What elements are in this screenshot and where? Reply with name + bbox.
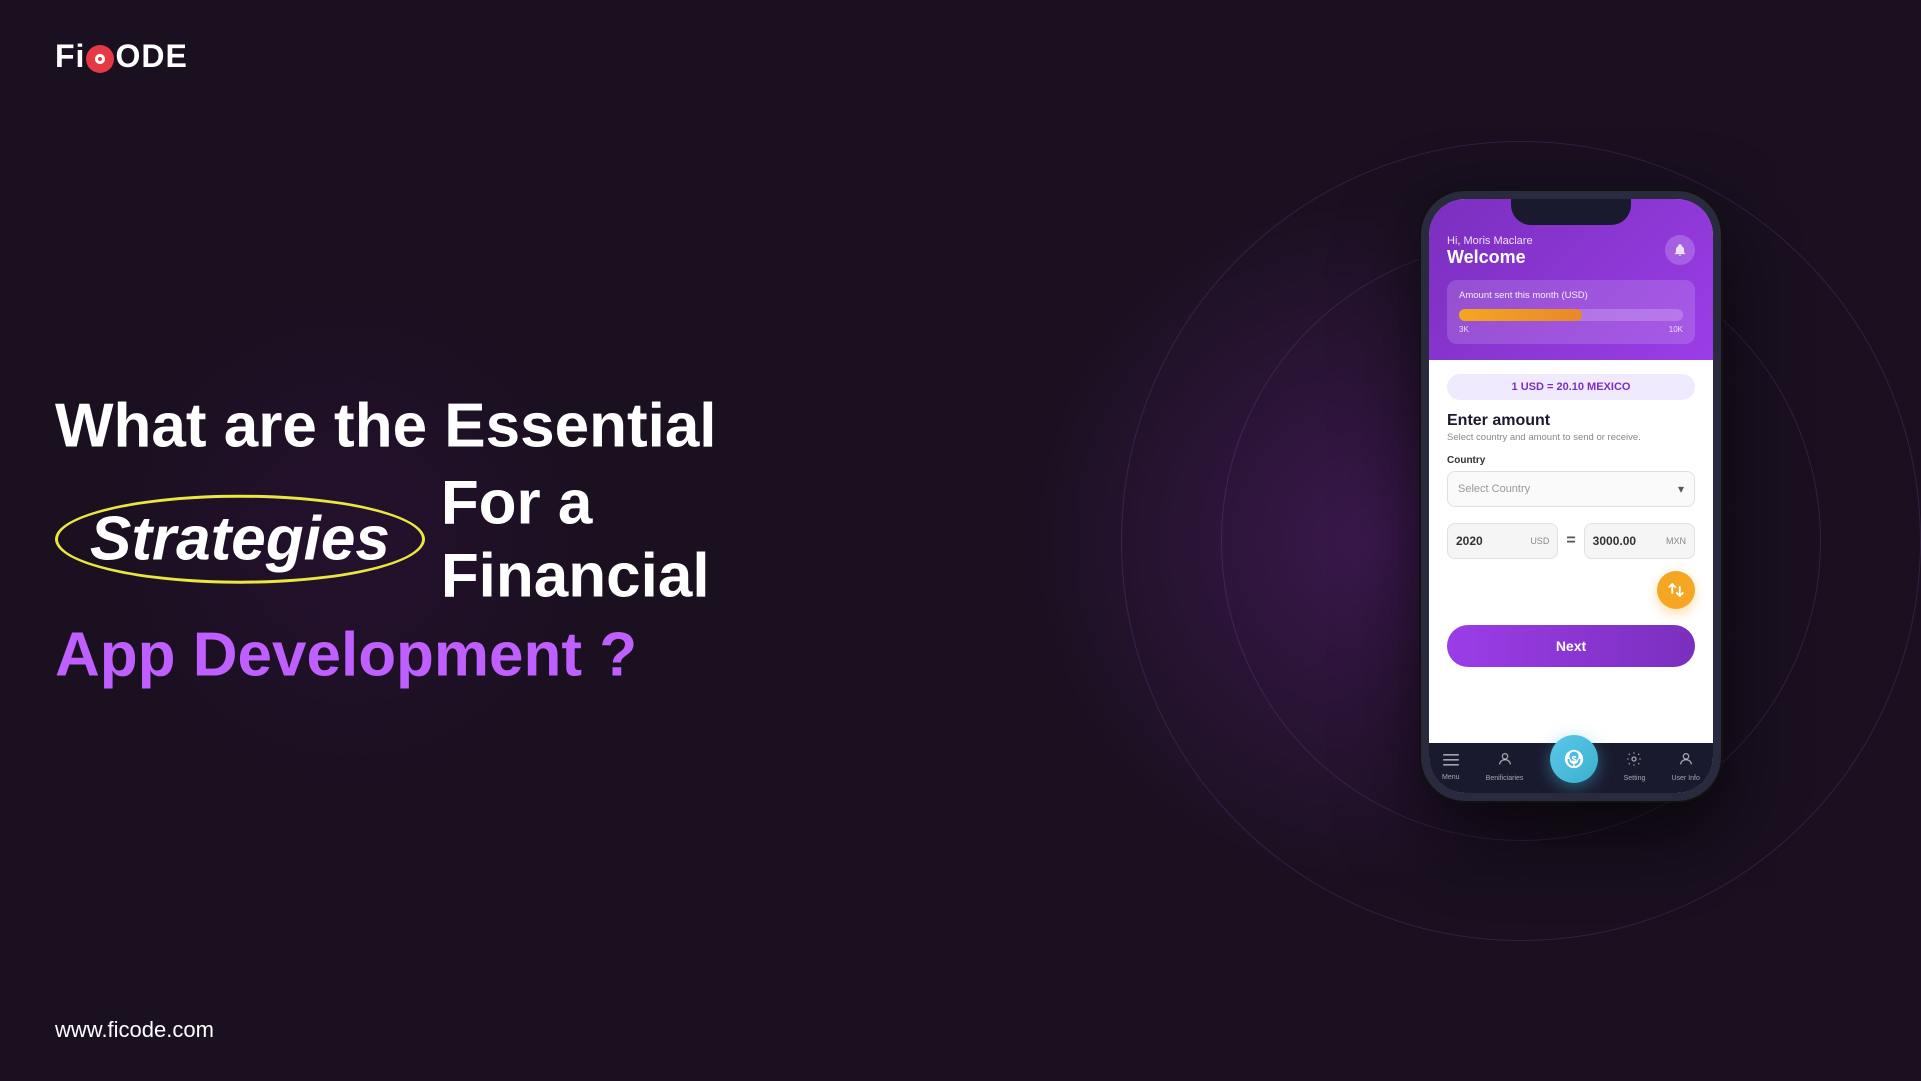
welcome-text: Welcome (1447, 247, 1695, 268)
enter-amount-subtitle: Select country and amount to send or rec… (1447, 432, 1695, 443)
conversion-row: 2020 USD = 3000.00 MXN (1447, 523, 1695, 559)
from-value: 2020 (1456, 534, 1526, 548)
enter-amount-section: Enter amount Select country and amount t… (1447, 412, 1695, 443)
phone-device: Hi, Moris Maclare Welcome Amount sent th… (1421, 191, 1721, 801)
country-placeholder: Select Country (1458, 483, 1530, 495)
next-button[interactable]: Next (1447, 625, 1695, 667)
nav-item-menu[interactable]: Menu (1442, 753, 1460, 781)
from-currency: USD (1530, 536, 1549, 546)
to-amount-input[interactable]: 3000.00 MXN (1584, 523, 1695, 559)
phone-screen: Hi, Moris Maclare Welcome Amount sent th… (1429, 199, 1713, 793)
bell-icon (1673, 243, 1687, 257)
userinfo-label: User Info (1671, 775, 1699, 782)
equals-sign: = (1566, 532, 1575, 550)
progress-start: 3K (1459, 325, 1469, 334)
greeting-text: Hi, Moris Maclare (1447, 235, 1695, 247)
settings-label: Setting (1624, 775, 1646, 782)
footer-url: www.ficode.com (55, 1017, 214, 1043)
strategies-text: Strategies (55, 495, 425, 584)
country-label: Country (1447, 455, 1695, 466)
country-select[interactable]: Select Country ▾ (1447, 471, 1695, 507)
logo-icon (86, 45, 114, 73)
notifications-button[interactable] (1665, 235, 1695, 265)
to-value: 3000.00 (1593, 534, 1662, 548)
chevron-down-icon: ▾ (1678, 482, 1684, 496)
svg-text:$: $ (1571, 754, 1576, 764)
to-currency: MXN (1666, 536, 1686, 546)
menu-icon (1443, 753, 1459, 771)
next-button-label: Next (1556, 638, 1586, 654)
headline-line1: What are the Essential (55, 389, 775, 462)
from-amount-input[interactable]: 2020 USD (1447, 523, 1558, 559)
progress-bar-fill (1459, 309, 1582, 321)
country-section: Country Select Country ▾ (1447, 455, 1695, 507)
progress-labels: 3K 10K (1459, 325, 1683, 334)
bottom-nav: Menu Benificiaries $ (1429, 743, 1713, 793)
exchange-button[interactable] (1657, 571, 1695, 609)
headline-line2: For a Financial (441, 466, 775, 612)
progress-bar (1459, 309, 1683, 321)
nav-center-button[interactable]: $ (1550, 735, 1598, 783)
menu-label: Menu (1442, 774, 1460, 781)
app-main-content: 1 USD = 20.10 MEXICO Enter amount Select… (1429, 360, 1713, 743)
userinfo-icon (1678, 751, 1694, 772)
content-area: What are the Essential Strategies For a … (55, 389, 775, 692)
nav-item-userinfo[interactable]: User Info (1671, 751, 1699, 782)
nav-item-beneficiaries[interactable]: Benificiaries (1486, 751, 1524, 782)
amount-card: Amount sent this month (USD) 3K 10K (1447, 280, 1695, 344)
phone-container: Hi, Moris Maclare Welcome Amount sent th… (1421, 191, 1761, 891)
amount-card-title: Amount sent this month (USD) (1459, 290, 1683, 301)
logo: FiODE (55, 38, 188, 75)
progress-end: 10K (1669, 325, 1683, 334)
headline-line3: App Development ? (55, 619, 775, 692)
logo-text: FiODE (55, 38, 188, 75)
beneficiaries-label: Benificiaries (1486, 775, 1524, 782)
phone-notch (1511, 199, 1631, 225)
nav-item-settings[interactable]: Setting (1624, 751, 1646, 782)
rate-pill: 1 USD = 20.10 MEXICO (1447, 374, 1695, 400)
dollar-icon: $ (1563, 748, 1585, 770)
strategies-wrapper: Strategies For a Financial (55, 466, 775, 612)
exchange-icon (1667, 581, 1685, 599)
settings-icon (1626, 751, 1642, 772)
enter-amount-title: Enter amount (1447, 412, 1695, 430)
beneficiaries-icon (1497, 751, 1513, 772)
